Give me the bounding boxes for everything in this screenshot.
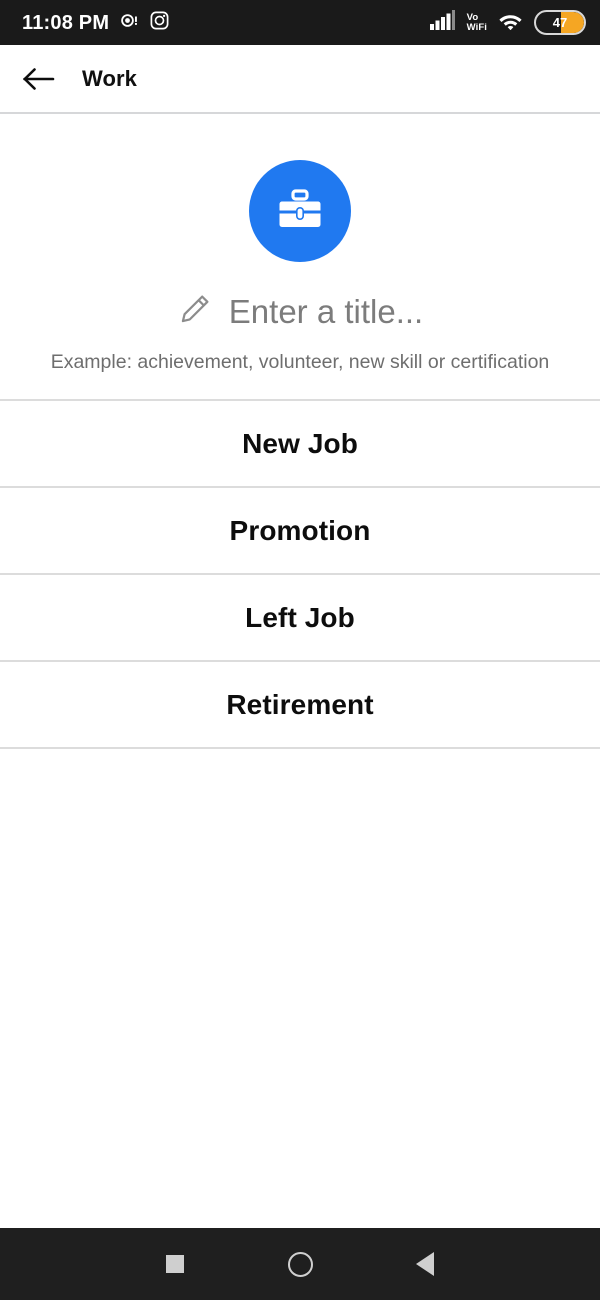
cellular-signal-icon — [429, 10, 456, 35]
pencil-icon — [177, 291, 213, 332]
option-label: New Job — [242, 427, 358, 459]
home-circle-icon — [287, 1251, 313, 1277]
instagram-icon — [150, 11, 169, 35]
wifi-icon — [498, 11, 523, 35]
volte-label-line2: WiFi — [466, 21, 487, 33]
recents-square-icon — [166, 1255, 184, 1273]
phone-screen: 11:08 PM Vo WiFi 47 Work Enter a title..… — [0, 0, 600, 1300]
home-button[interactable] — [238, 1228, 363, 1300]
status-bar-right: Vo WiFi 47 — [429, 10, 586, 35]
title-placeholder-text: Enter a title... — [228, 293, 424, 330]
status-bar-left: 11:08 PM — [22, 11, 169, 35]
briefcase-icon — [273, 182, 327, 241]
option-label: Promotion — [229, 514, 371, 546]
option-item-retirement[interactable]: Retirement — [0, 662, 600, 747]
header-block: Enter a title... Example: achievement, v… — [0, 114, 600, 399]
volte-wifi-label: Vo WiFi — [467, 13, 487, 32]
avatar — [249, 160, 351, 262]
battery-percent-label: 47 — [552, 15, 568, 30]
app-bar: Work — [0, 45, 600, 112]
option-list: New Job Promotion Left Job Retirement — [0, 399, 600, 749]
status-bar: 11:08 PM Vo WiFi 47 — [0, 0, 600, 45]
option-item-promotion[interactable]: Promotion — [0, 488, 600, 573]
system-back-button[interactable] — [363, 1228, 488, 1300]
option-item-new-job[interactable]: New Job — [0, 401, 600, 486]
back-triangle-icon — [416, 1252, 434, 1276]
page-title: Work — [82, 65, 138, 91]
example-hint-text: Example: achievement, volunteer, new ski… — [50, 351, 550, 373]
recents-button[interactable] — [113, 1228, 238, 1300]
android-navigation-bar — [0, 1228, 600, 1300]
back-arrow-icon[interactable] — [22, 62, 56, 96]
notification-dot-icon — [120, 11, 139, 35]
option-label: Left Job — [245, 601, 355, 633]
content-spacer — [0, 749, 600, 1228]
title-input-row[interactable]: Enter a title... — [177, 291, 423, 332]
battery-indicator: 47 — [534, 10, 586, 35]
option-item-left-job[interactable]: Left Job — [0, 575, 600, 660]
option-label: Retirement — [226, 688, 374, 720]
status-time: 11:08 PM — [22, 11, 110, 34]
